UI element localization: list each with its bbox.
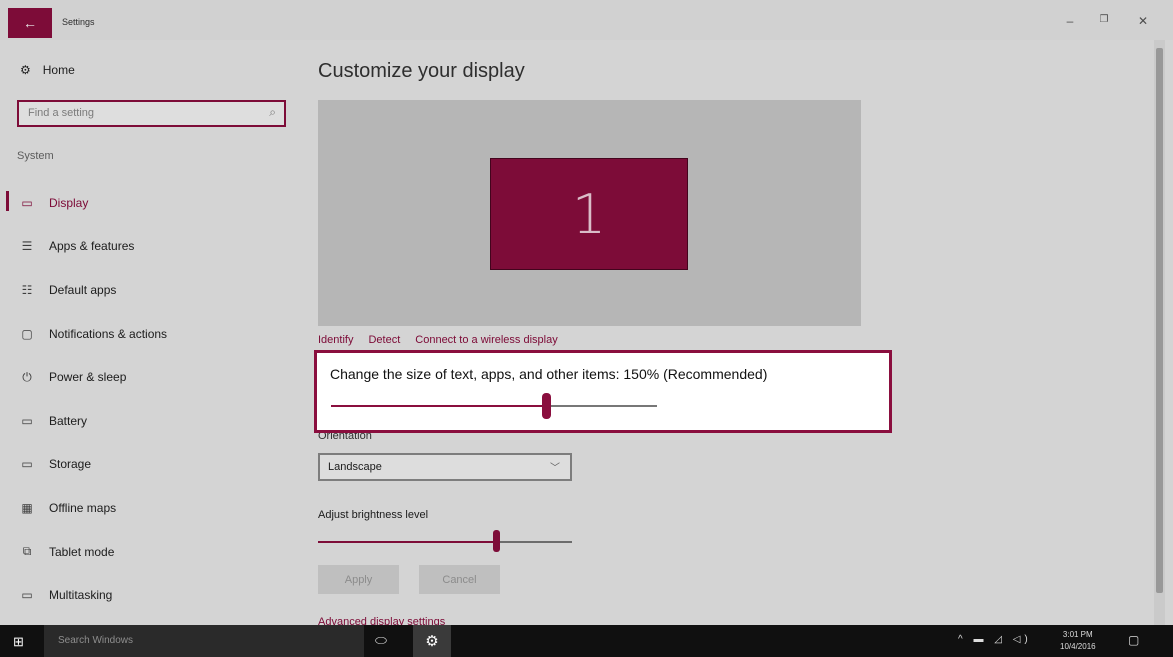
sidebar-item-tablet-mode[interactable]: ⧉ Tablet mode xyxy=(0,530,300,574)
default-apps-icon: ☷ xyxy=(21,282,33,297)
search-icon: ⌕ xyxy=(269,105,276,119)
tablet-icon: ⧉ xyxy=(22,544,32,559)
clock-time: 3:01 PM xyxy=(1062,630,1093,639)
sidebar-item-storage[interactable]: ▭ Storage xyxy=(0,443,300,487)
scale-slider[interactable] xyxy=(331,393,657,419)
task-view-icon[interactable]: ⬭ xyxy=(375,632,387,649)
scale-label: Change the size of text, apps, and other… xyxy=(330,366,768,382)
sidebar-item-label: Storage xyxy=(49,457,92,472)
minimize-button[interactable]: – xyxy=(1060,14,1080,28)
sidebar-item-display[interactable]: ▭ Display xyxy=(0,181,300,225)
sidebar-item-default-apps[interactable]: ☷ Default apps xyxy=(0,268,300,312)
brightness-slider-thumb[interactable] xyxy=(492,530,500,552)
gear-icon: ⚙ xyxy=(425,633,439,650)
cancel-button[interactable]: Cancel xyxy=(419,565,500,594)
windows-start-icon[interactable]: ⊞ xyxy=(13,634,24,650)
sidebar-item-label: Multitasking xyxy=(49,588,113,603)
sidebar: ⚙ Home Find a setting ⌕ System ▭ Display… xyxy=(0,40,300,625)
apply-button[interactable]: Apply xyxy=(318,565,399,594)
page-title: Customize your display xyxy=(318,60,525,82)
monitor-tile[interactable]: 1 xyxy=(490,158,688,270)
nav-list: ▭ Display ☰ Apps & features ☷ Default ap… xyxy=(0,181,300,617)
settings-window: ← Settings – ❐ ✕ ⚙ Home Find a setting ⌕… xyxy=(0,0,1173,657)
gear-icon: ⚙ xyxy=(20,63,31,77)
taskbar-settings-icon[interactable]: ⚙ xyxy=(413,625,451,657)
back-arrow-icon: ← xyxy=(23,15,37,31)
taskbar-search-box[interactable]: Search Windows xyxy=(44,625,364,657)
sidebar-item-apps-features[interactable]: ☰ Apps & features xyxy=(0,225,300,269)
sidebar-item-label: Tablet mode xyxy=(49,544,115,559)
sidebar-item-battery[interactable]: ▭ Battery xyxy=(0,399,300,443)
detect-link[interactable]: Detect xyxy=(368,334,400,346)
action-center-icon[interactable]: ▢ xyxy=(1128,633,1139,647)
sidebar-item-label: Apps & features xyxy=(49,239,135,254)
chevron-down-icon: ﹀ xyxy=(550,463,560,474)
taskbar-search-placeholder: Search Windows xyxy=(58,635,134,646)
find-setting-input[interactable]: Find a setting ⌕ xyxy=(17,100,286,127)
sidebar-item-notifications[interactable]: ▢ Notifications & actions xyxy=(0,312,300,356)
sidebar-item-offline-maps[interactable]: ▦ Offline maps xyxy=(0,486,300,530)
taskbar-clock[interactable]: 3:01 PM 10/4/2016 xyxy=(1060,629,1096,653)
monitor-number: 1 xyxy=(571,182,607,246)
list-icon: ☰ xyxy=(21,239,33,254)
notification-icon: ▢ xyxy=(21,326,33,341)
scrollbar[interactable] xyxy=(1154,40,1165,625)
sidebar-item-label: Default apps xyxy=(49,282,117,297)
close-button[interactable]: ✕ xyxy=(1133,14,1153,28)
brightness-slider[interactable] xyxy=(318,530,572,552)
back-button[interactable]: ← xyxy=(8,8,52,38)
home-label: Home xyxy=(42,63,75,77)
sidebar-item-label: Notifications & actions xyxy=(49,326,168,341)
wireless-display-link[interactable]: Connect to a wireless display xyxy=(415,334,557,346)
multitasking-icon: ▭ xyxy=(21,588,33,603)
section-title: System xyxy=(17,150,54,162)
sidebar-item-multitasking[interactable]: ▭ Multitasking xyxy=(0,573,300,617)
sidebar-item-label: Display xyxy=(49,195,89,210)
identify-link[interactable]: Identify xyxy=(318,334,353,346)
sidebar-item-power-sleep[interactable]: ⏻ Power & sleep xyxy=(0,355,300,399)
advanced-display-settings-link[interactable]: Advanced display settings xyxy=(318,616,445,625)
scale-highlight-box: Change the size of text, apps, and other… xyxy=(314,350,892,433)
storage-icon: ▭ xyxy=(21,457,33,472)
scrollbar-thumb[interactable] xyxy=(1156,48,1163,593)
home-link[interactable]: ⚙ Home xyxy=(20,63,75,77)
orientation-dropdown[interactable]: Landscape ﹀ xyxy=(318,453,572,481)
maximize-button[interactable]: ❐ xyxy=(1094,14,1114,25)
taskbar: ⊞ Search Windows ⬭ ⚙ ^ ▬ ◿ ◁) 3:01 PM 10… xyxy=(0,625,1173,657)
brightness-label: Adjust brightness level xyxy=(318,509,429,521)
window-title: Settings xyxy=(62,17,95,27)
display-arrangement: 1 xyxy=(318,100,861,326)
display-links: Identify Detect Connect to a wireless di… xyxy=(318,334,558,346)
scale-slider-thumb[interactable] xyxy=(542,393,552,419)
scale-slider-fill xyxy=(331,405,547,407)
system-tray-icons[interactable]: ^ ▬ ◿ ◁) xyxy=(958,634,1032,645)
power-icon: ⏻ xyxy=(22,369,32,384)
monitor-icon: ▭ xyxy=(21,195,33,210)
title-bar: ← Settings – ❐ ✕ xyxy=(0,0,1173,40)
sidebar-item-label: Offline maps xyxy=(49,500,117,515)
sidebar-item-label: Power & sleep xyxy=(49,370,127,385)
brightness-slider-fill xyxy=(318,541,496,543)
sidebar-item-label: Battery xyxy=(49,413,88,428)
search-placeholder: Find a setting xyxy=(28,107,95,119)
map-icon: ▦ xyxy=(21,500,33,515)
orientation-value: Landscape xyxy=(328,461,382,473)
clock-date: 10/4/2016 xyxy=(1060,642,1096,651)
battery-icon: ▭ xyxy=(21,413,33,428)
